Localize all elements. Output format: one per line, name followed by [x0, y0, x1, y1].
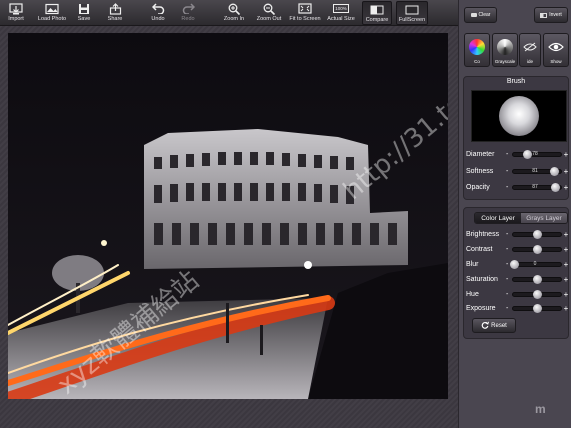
floppy-disk-icon [78, 1, 90, 16]
photo-canvas[interactable]: xyz軟體補給站 http://31.to [8, 33, 448, 399]
fit-screen-icon [298, 1, 312, 16]
actual-size-icon: 100% [333, 4, 349, 13]
diameter-slider[interactable]: 78 [512, 149, 562, 159]
blur-slider[interactable]: 0 [509, 259, 562, 269]
import-button[interactable]: Import [2, 1, 30, 25]
redo-arrow-icon [182, 1, 195, 16]
blur-slider-thumb[interactable] [509, 259, 519, 269]
grayscale-icon [497, 34, 513, 59]
hue-slider[interactable] [512, 289, 562, 299]
fullscreen-icon [405, 2, 419, 17]
contrast-slider-row: Contrast - + [466, 244, 570, 254]
brightness-slider-thumb[interactable] [533, 229, 542, 239]
exposure-plus-button[interactable]: + [562, 304, 570, 313]
exposure-slider-thumb[interactable] [533, 303, 542, 313]
tab-hide[interactable]: ide [519, 33, 541, 67]
app-badge: m [535, 402, 546, 416]
contrast-plus-button[interactable]: + [562, 245, 570, 254]
hue-plus-button[interactable]: + [562, 290, 570, 299]
hide-icon [523, 34, 537, 59]
exposure-slider-row: Exposure - + [466, 303, 570, 313]
compare-button[interactable]: Compare [362, 1, 392, 25]
fit-to-screen-button[interactable]: Fit to Screen [288, 1, 322, 25]
tab-grayscale[interactable]: Grayscale [492, 33, 518, 67]
redo-button[interactable]: Redo [176, 1, 200, 25]
diameter-plus-button[interactable]: + [562, 150, 570, 159]
clear-button[interactable]: Clear [464, 7, 497, 23]
compare-icon [370, 2, 384, 17]
brush-title: Brush [506, 78, 526, 85]
softness-slider-thumb[interactable] [549, 166, 559, 176]
softness-slider[interactable]: 81 [512, 166, 562, 176]
layer-tabs: Color Layer Grays Layer [474, 212, 568, 224]
contrast-slider-thumb[interactable] [533, 244, 542, 254]
invert-button[interactable]: Invert [534, 7, 568, 23]
zoom-out-icon [263, 1, 275, 16]
share-icon [109, 1, 122, 16]
saturation-slider-row: Saturation - + [466, 274, 570, 284]
tab-color[interactable]: Co [464, 33, 490, 67]
exposure-slider[interactable] [512, 303, 562, 313]
saturation-slider-thumb[interactable] [533, 274, 542, 284]
zoom-in-button[interactable]: Zoom In [220, 1, 248, 25]
brush-preview-ball [499, 96, 539, 136]
hue-slider-thumb[interactable] [533, 289, 542, 299]
reset-button[interactable]: Reset [472, 318, 516, 333]
blur-plus-button[interactable]: + [562, 260, 570, 269]
opacity-slider-thumb[interactable] [551, 182, 561, 192]
photo-icon [45, 1, 59, 16]
opacity-slider-row: Opacity - 87 + [466, 182, 570, 192]
undo-arrow-icon [151, 1, 165, 16]
hue-slider-row: Hue - + [466, 289, 570, 299]
load-photo-button[interactable]: Load Photo [36, 1, 68, 25]
diameter-slider-row: Diameter - 78 + [466, 149, 570, 159]
diameter-slider-thumb[interactable] [523, 149, 533, 159]
share-button[interactable]: Share [103, 1, 127, 25]
tab-show[interactable]: Show [543, 33, 569, 67]
zoom-out-button[interactable]: Zoom Out [254, 1, 284, 25]
fullscreen-button[interactable]: FullScreen [396, 1, 428, 25]
opacity-slider[interactable]: 87 [512, 182, 562, 192]
eye-icon [548, 34, 564, 59]
contrast-slider[interactable] [512, 244, 562, 254]
undo-button[interactable]: Undo [146, 1, 170, 25]
blur-slider-row: Blur - 0 + [466, 259, 570, 269]
invert-icon [540, 12, 548, 18]
refresh-icon [481, 321, 490, 331]
colosseum-night-photo [8, 33, 448, 399]
saturation-slider[interactable] [512, 274, 562, 284]
opacity-plus-button[interactable]: + [562, 183, 570, 192]
color-wheel-icon [469, 34, 485, 59]
brightness-slider-row: Brightness - + [466, 229, 570, 239]
toolbar: Import Load Photo Save Share Undo Redo Z… [0, 0, 458, 26]
zoom-in-icon [228, 1, 240, 16]
saturation-plus-button[interactable]: + [562, 275, 570, 284]
brightness-plus-button[interactable]: + [562, 230, 570, 239]
save-button[interactable]: Save [72, 1, 96, 25]
tab-grays-layer[interactable]: Grays Layer [521, 213, 567, 223]
actual-size-button[interactable]: 100% Actual Size [326, 1, 356, 25]
brightness-slider[interactable] [512, 229, 562, 239]
softness-slider-row: Softness - 81 + [466, 166, 570, 176]
import-icon [9, 1, 23, 16]
brush-preview [471, 90, 567, 142]
softness-plus-button[interactable]: + [562, 167, 570, 176]
tab-color-layer[interactable]: Color Layer [475, 213, 521, 223]
eraser-icon [470, 13, 477, 17]
